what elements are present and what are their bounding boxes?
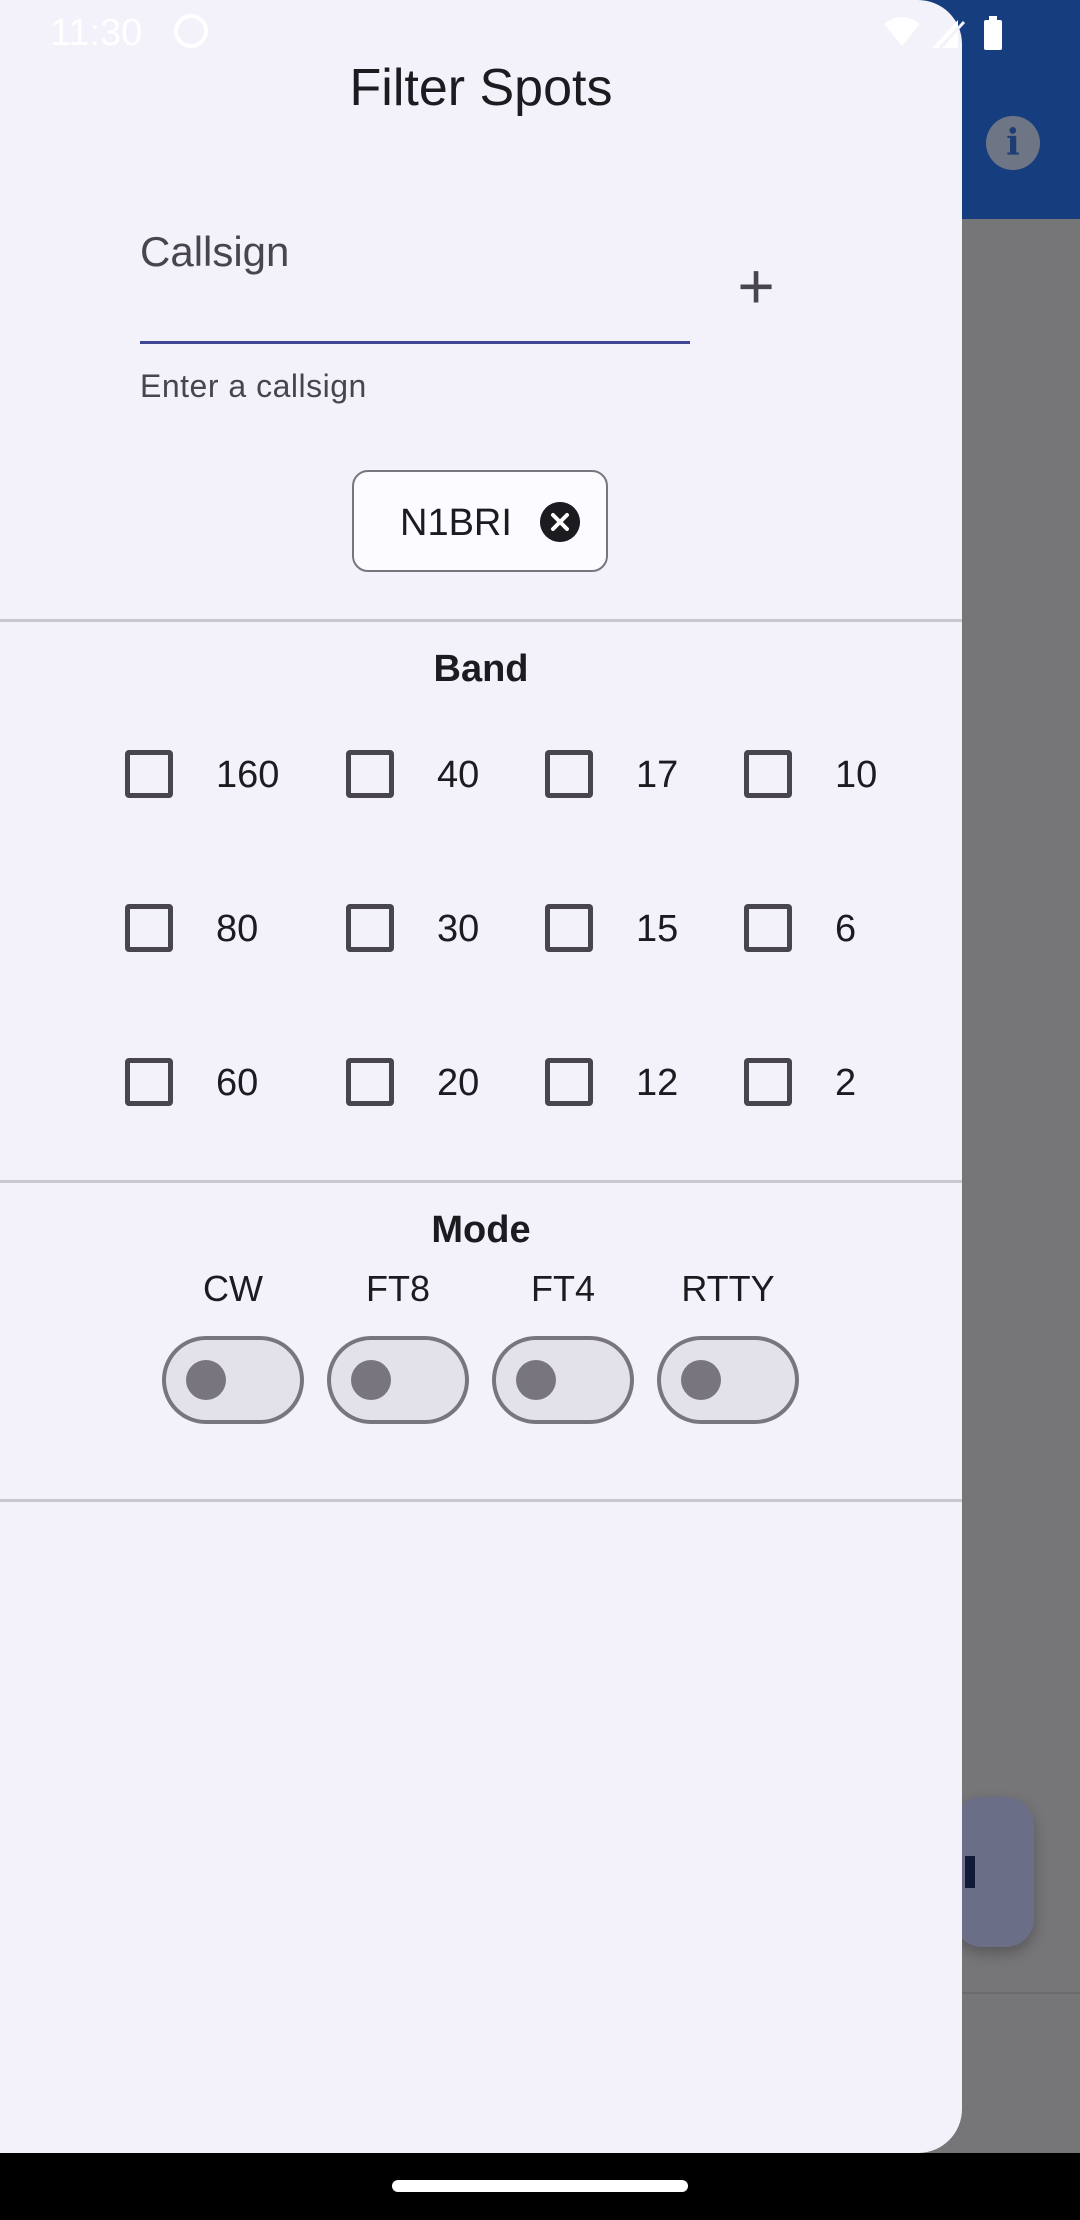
mode-heading: Mode (431, 1209, 531, 1251)
info-icon[interactable]: i (986, 116, 1040, 170)
band-label: 6 (835, 908, 857, 950)
band-10-checkbox[interactable]: 10 (744, 750, 884, 810)
band-60-checkbox[interactable]: 60 (125, 1058, 285, 1118)
band-15-checkbox[interactable]: 15 (545, 904, 685, 964)
band-label: 40 (437, 754, 480, 796)
band-heading: Band (433, 648, 529, 690)
band-label: 80 (216, 908, 259, 950)
checkbox-icon (125, 750, 173, 798)
band-40-checkbox[interactable]: 40 (346, 750, 486, 810)
fab-icon (965, 1856, 975, 1888)
mode-label-cw: CW (203, 1268, 263, 1309)
list-divider (962, 1992, 1080, 1994)
mode-label-ft4: FT4 (530, 1268, 595, 1309)
band-label: 15 (636, 908, 679, 950)
checkbox-icon (346, 750, 394, 798)
band-12-checkbox[interactable]: 12 (545, 1058, 685, 1118)
band-label: 17 (636, 754, 679, 796)
home-gesture-handle[interactable] (392, 2180, 688, 2192)
band-80-checkbox[interactable]: 80 (125, 904, 285, 964)
band-17-checkbox[interactable]: 17 (545, 750, 685, 810)
band-6-checkbox[interactable]: 6 (744, 904, 884, 964)
toggle-knob (186, 1360, 226, 1400)
band-label: 10 (835, 754, 878, 796)
divider (0, 619, 962, 622)
status-time: 11:30 (50, 12, 143, 54)
status-icons (884, 16, 1002, 50)
band-30-checkbox[interactable]: 30 (346, 904, 486, 964)
status-bar: 11:30 (0, 0, 1080, 66)
cat-icon (174, 14, 208, 48)
divider (0, 1180, 962, 1183)
toggle-knob (681, 1360, 721, 1400)
band-label: 12 (636, 1062, 679, 1104)
band-label: 160 (216, 754, 280, 796)
band-20-checkbox[interactable]: 20 (346, 1058, 486, 1118)
toggle-knob (351, 1360, 391, 1400)
checkbox-icon (545, 904, 593, 952)
toggle-knob (516, 1360, 556, 1400)
checkbox-icon (545, 1058, 593, 1106)
checkbox-icon (125, 1058, 173, 1106)
callsign-label: Callsign (140, 228, 290, 275)
checkbox-icon (125, 904, 173, 952)
mode-rtty-toggle[interactable] (657, 1336, 799, 1424)
mode-ft4-toggle[interactable] (492, 1336, 634, 1424)
chip-label: N1BRI (400, 502, 512, 544)
mode-label-ft8: FT8 (365, 1268, 430, 1309)
close-circle-icon[interactable] (540, 502, 580, 542)
filter-drawer: Filter Spots Callsign Enter a callsign +… (0, 0, 962, 2153)
band-label: 2 (835, 1062, 857, 1104)
drawer-title: Filter Spots (349, 59, 613, 117)
checkbox-icon (744, 904, 792, 952)
wifi-icon (884, 17, 920, 46)
plus-icon: + (737, 250, 775, 322)
mode-label-rtty: RTTY (681, 1268, 775, 1309)
mode-cw-toggle[interactable] (162, 1336, 304, 1424)
band-label: 30 (437, 908, 480, 950)
checkbox-icon (744, 750, 792, 798)
checkbox-icon (744, 1058, 792, 1106)
band-160-checkbox[interactable]: 160 (125, 750, 285, 810)
callsign-input[interactable] (140, 290, 692, 342)
battery-icon (984, 20, 1002, 50)
checkbox-icon (346, 1058, 394, 1106)
callsign-helper-text: Enter a callsign (140, 368, 367, 404)
add-callsign-button[interactable]: + (716, 246, 796, 326)
band-label: 20 (437, 1062, 480, 1104)
band-label: 60 (216, 1062, 259, 1104)
callsign-underline (140, 341, 690, 344)
band-2-checkbox[interactable]: 2 (744, 1058, 884, 1118)
mode-ft8-toggle[interactable] (327, 1336, 469, 1424)
callsign-chip[interactable]: N1BRI (352, 470, 608, 572)
checkbox-icon (346, 904, 394, 952)
checkbox-icon (545, 750, 593, 798)
divider (0, 1499, 962, 1502)
